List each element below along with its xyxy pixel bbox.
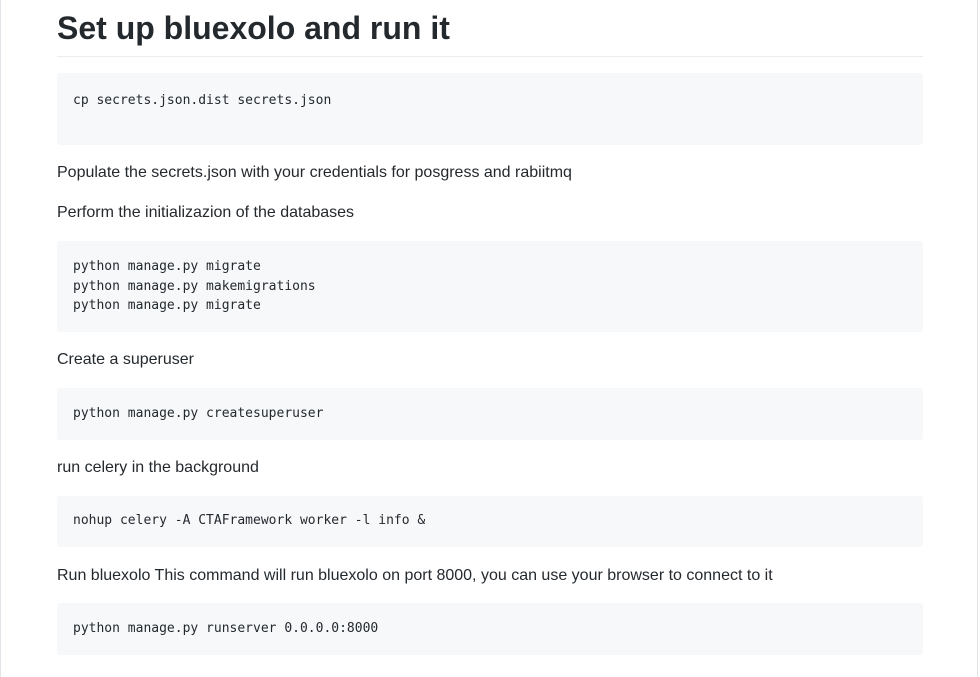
paragraph-populate-secrets: Populate the secrets.json with your cred… xyxy=(57,164,572,181)
code-block-runserver[interactable]: python manage.py runserver 0.0.0.0:8000 xyxy=(57,603,923,655)
code-block-copy-secrets[interactable]: cp secrets.json.dist secrets.json xyxy=(57,73,923,145)
readme-content: Set up bluexolo and run it cp secrets.js… xyxy=(57,0,923,655)
paragraph-initialize-databases: Perform the initializazion of the databa… xyxy=(57,204,355,221)
paragraph-run-celery: run celery in the background xyxy=(57,459,259,476)
section-heading: Set up bluexolo and run it xyxy=(57,0,923,57)
paragraph-run-bluexolo: Run bluexolo This command will run bluex… xyxy=(57,567,773,584)
code-block-migrations[interactable]: python manage.py migrate python manage.p… xyxy=(57,241,923,332)
code-block-celery[interactable]: nohup celery -A CTAFramework worker -l i… xyxy=(57,496,923,547)
code-block-createsuperuser[interactable]: python manage.py createsuperuser xyxy=(57,388,923,440)
paragraph-create-superuser: Create a superuser xyxy=(57,351,194,368)
